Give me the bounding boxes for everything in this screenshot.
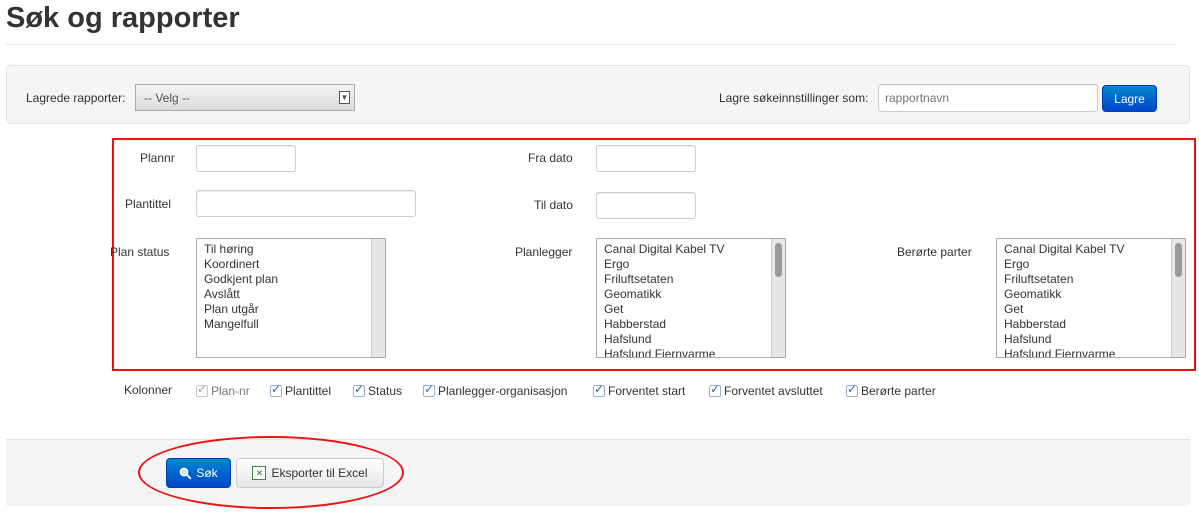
til-dato-input[interactable] [596,192,696,219]
list-item[interactable]: Geomatikk [604,287,785,302]
column-checkbox-forventet-start[interactable]: Forventet start [593,382,685,398]
page-title: Søk og rapporter [6,2,240,34]
column-checkbox-planlegger-organisasjon[interactable]: Planlegger-organisasjon [423,382,567,398]
checkbox-icon[interactable] [846,382,858,397]
list-item[interactable]: Friluftsetaten [1004,272,1185,287]
column-checkbox-berorte-parter[interactable]: Berørte parter [846,382,936,398]
list-item[interactable]: Til høring [204,242,385,257]
saved-reports-select[interactable]: -- Velg -- ▼ [135,84,355,111]
plannr-label: Plannr [140,151,175,165]
plantittel-label: Plantittel [125,197,172,211]
fra-dato-input[interactable] [596,145,696,172]
berorte-parter-listbox[interactable]: Canal Digital Kabel TV Ergo Friluftsetat… [996,238,1186,358]
annotation-ellipse [138,436,404,509]
list-item[interactable]: Mangelfull [204,317,385,332]
column-options: Plan-nr Plantittel Status Planlegger-org… [0,381,1199,399]
column-checkbox-plan-nr: Plan-nr [196,382,250,398]
save-settings-label: Lagre søkeinnstillinger som: [719,91,869,105]
list-item[interactable]: Hafslund Fjernvarme [604,347,785,357]
saved-reports-select-value: -- Velg -- [144,91,191,105]
scrollbar-thumb[interactable] [775,243,782,277]
saved-reports-label: Lagrede rapporter: [26,91,126,105]
list-item[interactable]: Hafslund [1004,332,1185,347]
list-item[interactable]: Hafslund [604,332,785,347]
column-checkbox-status[interactable]: Status [353,382,402,398]
checkbox-icon[interactable] [353,382,365,397]
title-divider [6,44,1176,45]
checkbox-icon [196,382,208,397]
save-report-button[interactable]: Lagre [1102,85,1157,112]
column-checkbox-forventet-avsluttet[interactable]: Forventet avsluttet [709,382,823,398]
til-dato-label: Til dato [534,198,573,212]
list-item[interactable]: Plan utgår [204,302,385,317]
scrollbar-thumb[interactable] [1175,243,1182,277]
scrollbar-track[interactable] [371,239,385,357]
plan-status-listbox[interactable]: Til høring Koordinert Godkjent plan Avsl… [196,238,386,358]
list-item[interactable]: Friluftsetaten [604,272,785,287]
checkbox-icon[interactable] [593,382,605,397]
checkbox-icon[interactable] [270,382,282,397]
list-item[interactable]: Koordinert [204,257,385,272]
plannr-input[interactable] [196,145,296,172]
plantittel-input[interactable] [196,190,416,217]
chevron-down-icon: ▼ [339,91,350,104]
list-item[interactable]: Canal Digital Kabel TV [604,242,785,257]
list-item[interactable]: Geomatikk [1004,287,1185,302]
list-item[interactable]: Hafslund Fjernvarme [1004,347,1185,357]
list-item[interactable]: Habberstad [604,317,785,332]
checkbox-icon[interactable] [709,382,721,397]
list-item[interactable]: Get [604,302,785,317]
list-item[interactable]: Canal Digital Kabel TV [1004,242,1185,257]
berorte-parter-label: Berørte parter [897,245,972,259]
checkbox-icon[interactable] [423,382,435,397]
column-checkbox-plantittel[interactable]: Plantittel [270,382,331,398]
planlegger-listbox[interactable]: Canal Digital Kabel TV Ergo Friluftsetat… [596,238,786,358]
list-item[interactable]: Avslått [204,287,385,302]
planlegger-label: Planlegger [515,245,573,259]
list-item[interactable]: Ergo [1004,257,1185,272]
list-item[interactable]: Godkjent plan [204,272,385,287]
fra-dato-label: Fra dato [528,151,573,165]
list-item[interactable]: Habberstad [1004,317,1185,332]
list-item[interactable]: Ergo [604,257,785,272]
plan-status-label: Plan status [110,245,170,259]
report-name-input[interactable] [878,84,1098,112]
list-item[interactable]: Get [1004,302,1185,317]
